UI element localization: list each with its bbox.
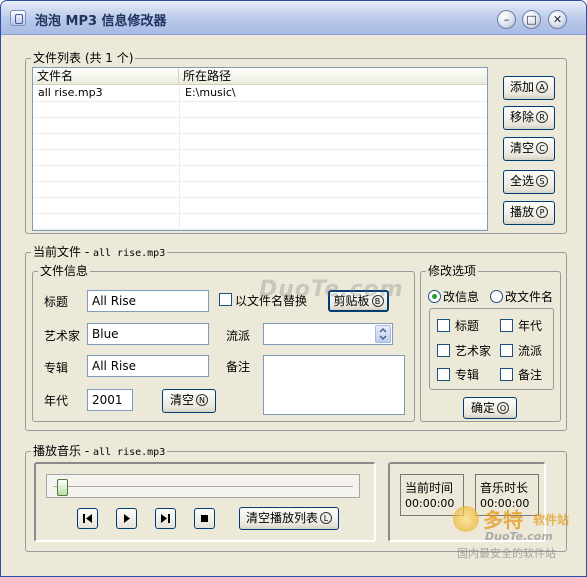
year-input[interactable]: 2001 (87, 389, 133, 411)
edit-info-radio[interactable] (428, 290, 441, 303)
artist-label: 艺术家 (44, 329, 81, 343)
duration-label: 音乐时长 (480, 481, 529, 495)
current-file-group-label: 当前文件 - all rise.mp3 (31, 245, 168, 261)
genre-check-label: 流派 (518, 344, 543, 358)
stop-icon (195, 509, 214, 528)
artist-check-label: 艺术家 (455, 344, 492, 358)
close-button[interactable]: ✕ (548, 10, 567, 29)
comment-checkbox[interactable] (500, 368, 513, 381)
modify-options-group-label: 修改选项 (426, 264, 479, 278)
album-check-label: 专辑 (455, 368, 480, 382)
column-header-filename[interactable]: 文件名 (33, 68, 179, 85)
previous-icon (78, 509, 97, 528)
title-label: 标题 (44, 295, 69, 309)
year-checkbox[interactable] (500, 319, 513, 332)
corner-watermark: 多特 软件站 DuoTe.com 国内最安全的软件站 (453, 500, 585, 568)
rename-label: 改文件名 (505, 290, 554, 304)
comment-check-label: 备注 (518, 368, 543, 382)
title-bar[interactable]: 泡泡 MP3 信息修改器 – □ ✕ (1, 1, 586, 35)
brand-slogan: 国内最安全的软件站 (457, 547, 556, 560)
dropdown-arrow-icon[interactable] (375, 325, 391, 343)
play-icon-button[interactable] (116, 508, 137, 529)
remove-button[interactable]: 移除 R (503, 106, 555, 130)
minimize-button[interactable]: – (497, 10, 516, 29)
play-icon (117, 509, 136, 528)
progress-track[interactable] (46, 474, 360, 498)
genre-select[interactable] (263, 323, 393, 345)
center-watermark: DuoTe.com (259, 277, 404, 302)
modify-options-group: 修改选项 改信息 改文件名 标题 年代 艺术家 流派 专辑 备注 确定 O (420, 264, 561, 422)
brand-site: DuoTe.com (485, 530, 553, 543)
player-group-label: 播放音乐 - all rise.mp3 (31, 444, 168, 460)
stop-button[interactable] (194, 508, 215, 529)
artist-checkbox[interactable] (437, 344, 450, 357)
year-check-label: 年代 (518, 319, 543, 333)
album-label: 专辑 (44, 361, 69, 375)
confirm-button[interactable]: 确定 O (463, 397, 517, 419)
window-title: 泡泡 MP3 信息修改器 (35, 14, 167, 29)
genre-checkbox[interactable] (500, 344, 513, 357)
comment-textarea[interactable] (263, 355, 405, 415)
file-list-group: 文件列表 (共 1 个) 文件名 所在路径 all rise.mp3 E:\mu… (25, 51, 567, 234)
maximize-button[interactable]: □ (522, 10, 541, 29)
main-window: 泡泡 MP3 信息修改器 – □ ✕ 文件列表 (共 1 个) 文件名 所在路径… (0, 0, 587, 577)
fields-checkbox-panel: 标题 年代 艺术家 流派 专辑 备注 (429, 308, 554, 390)
add-button[interactable]: 添加 A (503, 76, 555, 100)
brand-name: 多特 (483, 508, 523, 532)
album-input[interactable]: All Rise (87, 355, 209, 377)
app-icon (10, 10, 26, 26)
edit-info-label: 改信息 (443, 290, 480, 304)
title-check-label: 标题 (455, 319, 480, 333)
next-icon (156, 509, 175, 528)
year-label: 年代 (44, 394, 69, 408)
title-checkbox[interactable] (437, 319, 450, 332)
brand-logo-icon (453, 506, 479, 532)
filename-replace-checkbox[interactable] (219, 293, 232, 306)
previous-button[interactable] (77, 508, 98, 529)
progress-thumb[interactable] (57, 479, 68, 496)
clear-playlist-button[interactable]: 清空播放列表 L (239, 507, 339, 530)
brand-suffix: 软件站 (533, 513, 570, 527)
file-list-table[interactable]: 文件名 所在路径 all rise.mp3 E:\music\ (32, 67, 488, 231)
table-row-filename[interactable]: all rise.mp3 (38, 85, 103, 100)
comment-label: 备注 (226, 360, 251, 374)
play-button[interactable]: 播放 P (503, 201, 555, 225)
genre-label: 流派 (226, 329, 251, 343)
artist-input[interactable]: Blue (87, 323, 209, 345)
table-row-path[interactable]: E:\music\ (185, 85, 236, 100)
album-checkbox[interactable] (437, 368, 450, 381)
clear-info-button[interactable]: 清空 N (162, 389, 216, 413)
player-controls-panel: 清空播放列表 L (34, 462, 376, 542)
next-button[interactable] (155, 508, 176, 529)
rename-radio[interactable] (490, 290, 503, 303)
column-header-path[interactable]: 所在路径 (179, 68, 487, 85)
title-input[interactable]: All Rise (87, 290, 209, 312)
select-all-button[interactable]: 全选 S (503, 170, 555, 194)
clear-list-button[interactable]: 清空 C (503, 137, 555, 161)
file-list-group-label: 文件列表 (共 1 个) (31, 51, 136, 65)
current-time-label: 当前时间 (405, 481, 454, 495)
file-info-group-label: 文件信息 (38, 264, 91, 278)
current-time-value: 00:00:00 (405, 497, 455, 510)
